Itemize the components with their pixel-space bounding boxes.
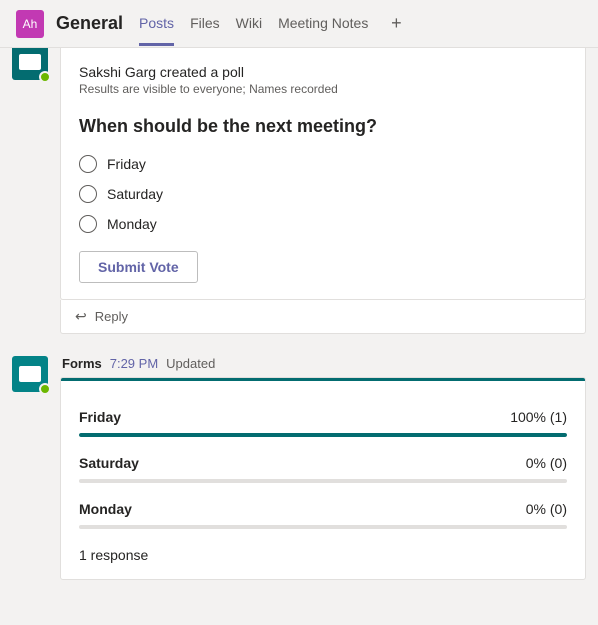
submit-vote-button[interactable]: Submit Vote xyxy=(79,251,198,283)
results-post: Forms 7:29 PM Updated Friday 100% (1) xyxy=(12,356,586,580)
tabs: Posts Files Wiki Meeting Notes + xyxy=(139,1,408,46)
result-row-monday: Monday 0% (0) xyxy=(79,501,567,529)
edit-status: Updated xyxy=(166,356,215,371)
result-value: 0% (0) xyxy=(526,501,567,517)
poll-option-label: Friday xyxy=(107,156,146,172)
poll-card: Sakshi Garg created a poll Results are v… xyxy=(60,48,586,300)
result-value: 0% (0) xyxy=(526,455,567,471)
result-bar xyxy=(79,525,567,529)
timestamp[interactable]: 7:29 PM xyxy=(110,356,158,371)
poll-question: When should be the next meeting? xyxy=(79,116,567,137)
result-value: 100% (1) xyxy=(510,409,567,425)
channel-name[interactable]: General xyxy=(56,13,123,34)
radio-icon xyxy=(79,185,97,203)
forms-icon xyxy=(19,54,41,70)
tab-wiki[interactable]: Wiki xyxy=(236,1,262,46)
poll-visibility-line: Results are visible to everyone; Names r… xyxy=(79,82,567,96)
sender-avatar[interactable] xyxy=(12,356,48,392)
result-row-friday: Friday 100% (1) xyxy=(79,409,567,437)
content-area: Sakshi Garg created a poll Results are v… xyxy=(0,48,598,625)
plus-icon: + xyxy=(391,13,402,34)
poll-option-friday[interactable]: Friday xyxy=(79,149,567,179)
channel-header: Ah General Posts Files Wiki Meeting Note… xyxy=(0,0,598,48)
sender-avatar[interactable] xyxy=(12,48,48,80)
result-bar xyxy=(79,433,567,437)
reply-button[interactable]: ↩ Reply xyxy=(60,300,586,334)
radio-icon xyxy=(79,215,97,233)
poll-option-label: Monday xyxy=(107,216,157,232)
poll-option-monday[interactable]: Monday xyxy=(79,209,567,239)
result-bar xyxy=(79,479,567,483)
add-tab-button[interactable]: + xyxy=(384,12,408,36)
poll-option-saturday[interactable]: Saturday xyxy=(79,179,567,209)
reply-icon: ↩ xyxy=(75,308,87,325)
tab-files[interactable]: Files xyxy=(190,1,220,46)
tab-posts[interactable]: Posts xyxy=(139,1,174,46)
forms-icon xyxy=(19,366,41,382)
message-header: Forms 7:29 PM Updated xyxy=(60,356,586,371)
result-row-saturday: Saturday 0% (0) xyxy=(79,455,567,483)
reply-label: Reply xyxy=(95,309,128,324)
results-card: Friday 100% (1) Saturday 0% (0) xyxy=(60,377,586,580)
poll-post: Sakshi Garg created a poll Results are v… xyxy=(12,48,586,334)
team-avatar[interactable]: Ah xyxy=(16,10,44,38)
result-label: Monday xyxy=(79,501,132,517)
radio-icon xyxy=(79,155,97,173)
sender-name[interactable]: Forms xyxy=(62,356,102,371)
tab-meeting-notes[interactable]: Meeting Notes xyxy=(278,1,368,46)
response-count: 1 response xyxy=(79,547,567,563)
result-label: Saturday xyxy=(79,455,139,471)
poll-option-label: Saturday xyxy=(107,186,163,202)
presence-indicator xyxy=(39,71,51,83)
result-bar-fill xyxy=(79,433,567,437)
poll-creator-line: Sakshi Garg created a poll xyxy=(79,64,567,80)
presence-indicator xyxy=(39,383,51,395)
result-label: Friday xyxy=(79,409,121,425)
